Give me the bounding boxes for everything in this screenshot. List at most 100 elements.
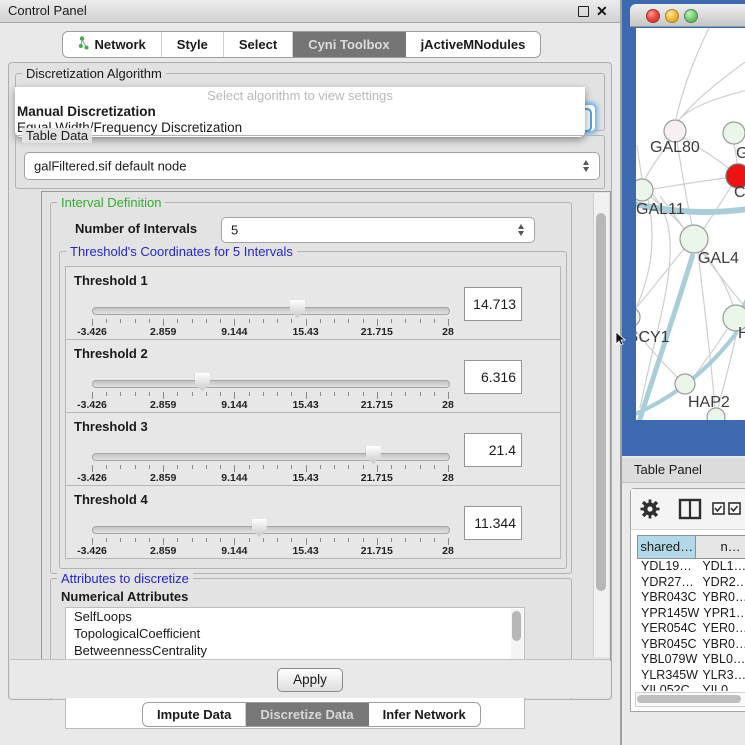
network-canvas[interactable]: GAL80GACGAL11GAL4GCY1HHAP2 (636, 28, 745, 420)
slider-tick-label: 28 (442, 545, 454, 557)
number-of-intervals-label: Number of Intervals (75, 221, 197, 236)
slider-tick-label: 9.144 (221, 326, 247, 338)
threshold-value-field[interactable]: 11.344 (464, 506, 522, 540)
slider-tick-label: 15.43 (292, 472, 318, 484)
cell-shared-name: YER054C (637, 621, 698, 637)
slider-tick-label: 21.715 (361, 545, 393, 557)
table-row[interactable]: YBR045CYBR0… (637, 637, 745, 653)
slider-tick (405, 465, 406, 469)
slider-tick (92, 538, 93, 545)
slider-tick (434, 538, 435, 542)
table-row[interactable]: YLR345WYLR3… (637, 668, 745, 684)
slider-tick (306, 465, 307, 472)
close-icon[interactable]: ✕ (596, 0, 608, 22)
tab-infer-network[interactable]: Infer Network (369, 703, 480, 726)
table-row[interactable]: YIL052CYIL0… (637, 683, 745, 691)
tab-impute-data[interactable]: Impute Data (143, 703, 246, 726)
checkbox-checked-icon[interactable] (729, 503, 740, 514)
network-edge (637, 145, 642, 179)
slider-tick-label: 28 (442, 472, 454, 484)
attributes-scrollbar[interactable] (511, 609, 523, 661)
slider-tick (220, 319, 221, 323)
threshold-slider-thumb[interactable] (290, 300, 305, 318)
slider-tick (135, 465, 136, 469)
mac-close-icon[interactable] (646, 9, 660, 23)
attributes-to-discretize-label: Attributes to discretize (57, 571, 193, 586)
dropdown-option[interactable]: Manual Discretization (15, 104, 585, 120)
slider-tick (177, 392, 178, 396)
table-row[interactable]: YDR27…YDR2… (637, 575, 745, 591)
table-data-value: galFiltered.sif default node (34, 159, 186, 174)
table-row[interactable]: YER054CYER0… (637, 621, 745, 637)
table-data-group: Table Data galFiltered.sif default node (15, 135, 605, 189)
attributes-scrollbar-thumb[interactable] (512, 611, 521, 641)
table-scrollbar-thumb[interactable] (637, 695, 741, 703)
threshold-slider-track[interactable] (92, 307, 450, 315)
slider-tick (177, 538, 178, 542)
cell-name: YDR2… (698, 575, 745, 591)
column-header[interactable]: shared… (637, 535, 696, 559)
network-node-label: HAP2 (688, 394, 730, 411)
threshold-label: Threshold 1 (74, 273, 148, 288)
mac-zoom-icon[interactable] (684, 9, 698, 23)
slider-tick (249, 319, 250, 323)
network-node-label: C (734, 184, 745, 201)
table-row[interactable]: YPR145WYPR1… (637, 606, 745, 622)
threshold-value-field[interactable]: 6.316 (464, 360, 522, 394)
float-icon[interactable] (578, 6, 589, 17)
attribute-item[interactable]: TopologicalCoefficient (66, 625, 524, 642)
slider-tick (92, 392, 93, 399)
tab-jactivemnodules[interactable]: jActiveMNodules (406, 32, 541, 57)
threshold-slider-track[interactable] (92, 453, 450, 461)
slider-tick (405, 319, 406, 323)
slider-tick (263, 392, 264, 396)
tab-style[interactable]: Style (162, 32, 224, 57)
slider-tick (448, 319, 449, 326)
slider-tick (306, 319, 307, 326)
threshold-slider-track[interactable] (92, 526, 450, 534)
slider-tick-label: 28 (442, 399, 454, 411)
control-panel-titlebar: Control Panel ✕ (0, 0, 620, 23)
attribute-item[interactable]: SelfLoops (66, 608, 524, 625)
checkbox-checked-icon[interactable] (713, 503, 724, 514)
table-row[interactable]: YBR043CYBR0… (637, 590, 745, 606)
gear-icon[interactable] (641, 500, 660, 519)
settings-vertical-scrollbar[interactable] (593, 193, 609, 657)
table-row[interactable]: YDL19…YDL1… (637, 559, 745, 575)
threshold-panel: Threshold 2-3.4262.8599.14415.4321.71528… (65, 339, 561, 413)
table-horizontal-scrollbar[interactable] (635, 692, 745, 707)
slider-tick (405, 392, 406, 396)
tab-network[interactable]: Network (63, 32, 162, 57)
number-of-intervals-combobox[interactable]: 5 (221, 217, 535, 243)
tab-label: Network (95, 37, 146, 52)
table-row[interactable]: YBL079WYBL0… (637, 652, 745, 668)
threshold-slider-track[interactable] (92, 380, 450, 388)
dropdown-option[interactable]: Equal Width/Frequency Discretization (15, 120, 585, 136)
table-data-combobox[interactable]: galFiltered.sif default node (24, 152, 600, 180)
slider-tick (420, 465, 421, 469)
tab-cyni-toolbox[interactable]: Cyni Toolbox (293, 32, 405, 57)
slider-tick (448, 392, 449, 399)
attribute-item[interactable]: BetweennessCentrality (66, 642, 524, 659)
numerical-attributes-label: Numerical Attributes (61, 589, 188, 604)
dropdown-placeholder-option[interactable]: Select algorithm to view settings (15, 87, 585, 104)
threshold-panel: Threshold 3-3.4262.8599.14415.4321.71528… (65, 412, 561, 486)
slider-tick (277, 465, 278, 469)
bottom-tab-bar: Impute DataDiscretize DataInfer Network (142, 702, 481, 727)
settings-scrollbar-thumb[interactable] (596, 213, 606, 591)
mac-minimize-icon[interactable] (665, 9, 679, 23)
threshold-slider-thumb[interactable] (195, 373, 210, 391)
cell-name: YLR3… (698, 668, 745, 684)
slider-tick (163, 538, 164, 545)
table-panel-toolbar (631, 489, 745, 530)
column-header[interactable]: n… (696, 535, 745, 559)
threshold-slider-thumb[interactable] (252, 519, 267, 537)
threshold-value-field[interactable]: 14.713 (464, 287, 522, 321)
columns-icon[interactable] (680, 500, 700, 518)
tab-select[interactable]: Select (224, 32, 293, 57)
apply-button[interactable]: Apply (277, 668, 343, 692)
threshold-slider-thumb[interactable] (366, 446, 381, 464)
tab-discretize-data[interactable]: Discretize Data (246, 703, 368, 726)
threshold-value-field[interactable]: 21.4 (464, 433, 522, 467)
network-edge (678, 90, 745, 121)
